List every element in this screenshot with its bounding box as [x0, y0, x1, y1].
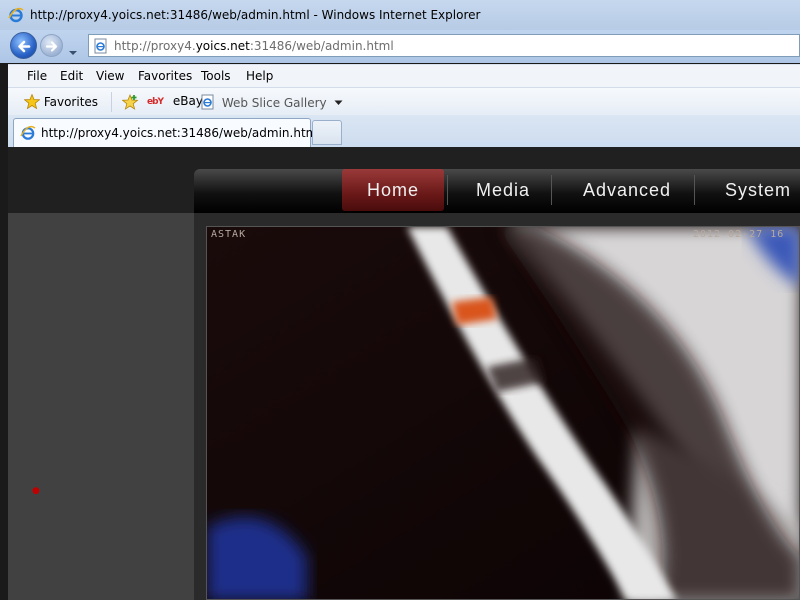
favorites-label: Favorites — [43, 95, 99, 109]
menu-favorites[interactable]: Favorites — [138, 69, 192, 83]
left-panel: ● — [8, 213, 194, 600]
ie-logo-icon — [8, 7, 24, 23]
web-slice-gallery-link[interactable]: Web Slice Gallery — [200, 94, 343, 110]
page-icon — [93, 38, 109, 54]
window-titlebar: http://proxy4.yoics.net:31486/web/admin.… — [0, 0, 800, 30]
menu-view[interactable]: View — [96, 69, 124, 83]
web-page: ● Home Media Advanced System ASTAK 2012-… — [8, 147, 800, 600]
tab-admin[interactable]: http://proxy4.yoics.net:31486/web/admin.… — [13, 118, 321, 147]
nav-divider — [447, 175, 448, 205]
menu-bar: File Edit View Favorites Tools Help — [8, 64, 800, 87]
ebay-link[interactable]: ebY eBay — [147, 94, 203, 108]
address-bar[interactable]: http://proxy4.yoics.net:31486/web/admin.… — [88, 34, 800, 57]
ebay-label: eBay — [172, 94, 203, 108]
star-icon — [23, 93, 41, 110]
site-nav: Home Media Advanced System — [194, 169, 800, 213]
nav-system[interactable]: System — [708, 169, 800, 211]
url-host: yoics.net — [195, 39, 250, 53]
web-slice-label: Web Slice Gallery — [221, 96, 327, 110]
nav-home[interactable]: Home — [342, 169, 444, 211]
ebay-logo-icon: ebY — [147, 97, 164, 107]
menu-file[interactable]: File — [27, 69, 47, 83]
forward-button[interactable] — [40, 34, 63, 57]
camera-timestamp: 2012-02-27 16 — [693, 229, 785, 240]
chevron-down-icon — [334, 100, 343, 105]
menu-help[interactable]: Help — [246, 69, 273, 83]
address-url: http://proxy4.yoics.net:31486/web/admin.… — [114, 39, 394, 53]
nav-divider — [694, 175, 695, 205]
add-to-favorites-bar-button[interactable] — [121, 93, 139, 110]
recent-pages-dropdown-icon[interactable] — [68, 42, 78, 55]
tab-strip: http://proxy4.yoics.net:31486/web/admin.… — [8, 115, 800, 147]
nav-media[interactable]: Media — [464, 169, 542, 211]
window-title: http://proxy4.yoics.net:31486/web/admin.… — [30, 8, 481, 22]
nav-advanced[interactable]: Advanced — [566, 169, 688, 211]
camera-label: ASTAK — [211, 229, 247, 240]
web-slice-icon — [201, 94, 214, 110]
marker-dot: ● — [32, 486, 40, 496]
add-favorites-icon — [121, 93, 139, 110]
camera-live-view: ASTAK 2012-02-27 16 — [206, 226, 800, 600]
new-tab-button[interactable] — [312, 120, 342, 145]
menu-edit[interactable]: Edit — [60, 69, 83, 83]
forward-arrow-icon — [45, 41, 58, 52]
url-prefix: http://proxy4. — [114, 39, 196, 53]
navigation-bar: http://proxy4.yoics.net:31486/web/admin.… — [0, 30, 800, 63]
nav-divider — [551, 175, 552, 205]
tab-label: http://proxy4.yoics.net:31486/web/admin.… — [41, 126, 321, 140]
ie-page-icon — [20, 125, 36, 141]
content-frame: ASTAK 2012-02-27 16 — [194, 213, 800, 600]
back-button[interactable] — [10, 32, 37, 59]
favorites-separator — [111, 92, 112, 112]
favorites-button[interactable]: Favorites — [23, 93, 99, 110]
camera-image — [207, 227, 799, 599]
url-suffix: :31486/web/admin.html — [249, 39, 394, 53]
favorites-bar: Favorites ebY eBay Web Slice Gallery — [8, 87, 800, 115]
menu-tools[interactable]: Tools — [201, 69, 231, 83]
back-arrow-icon — [18, 40, 31, 53]
